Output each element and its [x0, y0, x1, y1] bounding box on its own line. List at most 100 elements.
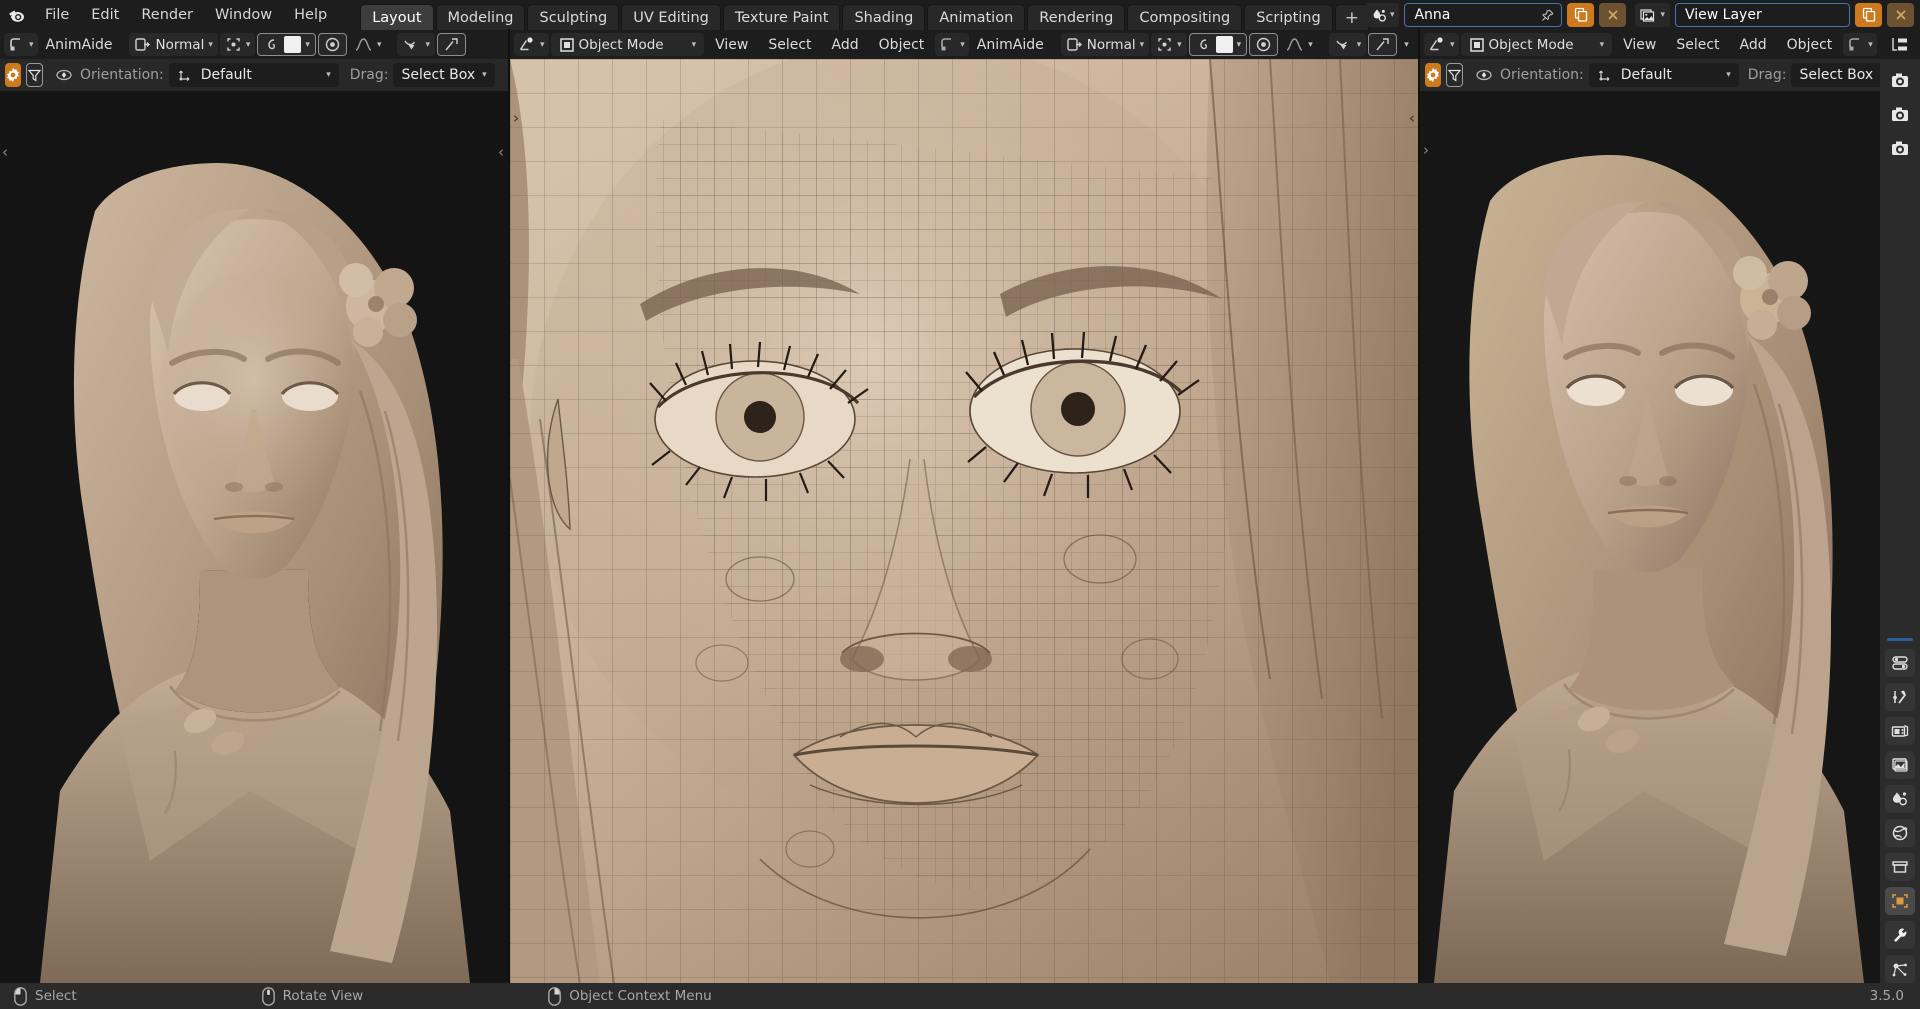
right-mode-dropdown[interactable]: Object Mode ▾ [1460, 33, 1613, 56]
center-snap-button[interactable]: ▾ [1151, 33, 1187, 56]
right-menu-object[interactable]: Object [1778, 33, 1842, 56]
center-animaide-icon-button[interactable]: ▾ [935, 33, 969, 56]
remove-view-layer-button[interactable] [1887, 3, 1914, 27]
falloff-swatch-icon [1215, 36, 1233, 53]
center-shading-dropdown[interactable]: ▾ [1399, 33, 1414, 56]
center-menu-select[interactable]: Select [759, 33, 820, 56]
left-addon-menu-animaide[interactable]: AnimAide [40, 37, 119, 53]
tab-texture-paint[interactable]: Texture Paint [722, 4, 841, 30]
left-proportional-edit-toggle[interactable]: ▾ [257, 33, 316, 56]
tool-tab-icon[interactable] [1885, 649, 1915, 677]
output-tab-icon[interactable] [1885, 717, 1915, 745]
center-viewport-rightbar-toggle[interactable]: ‹ [1409, 109, 1415, 127]
center-pivot-point-button[interactable]: ▾ [1328, 33, 1367, 56]
right-tool-filter-icon[interactable] [1446, 63, 1463, 87]
left-pivot-point-button[interactable]: ▾ [397, 33, 435, 56]
right-editor-type-button[interactable]: ▾ [1424, 33, 1459, 56]
chevron-down-icon: ▾ [1308, 39, 1313, 50]
left-transform-orientation[interactable]: Normal ▾ [129, 33, 218, 56]
tab-compositing[interactable]: Compositing [1127, 4, 1243, 30]
left-tool-filter-icon[interactable] [26, 63, 43, 87]
right-3d-viewport[interactable]: › [1420, 91, 1880, 983]
menu-render[interactable]: Render [130, 4, 204, 26]
left-snap-target-toggle[interactable] [317, 33, 347, 56]
tab-layout[interactable]: Layout [360, 4, 434, 30]
tab-uv-editing[interactable]: UV Editing [621, 4, 721, 30]
status-rotate-view: Rotate View [261, 986, 363, 1006]
right-tool-settings-gear-icon[interactable] [1425, 63, 1441, 87]
center-3d-viewport[interactable]: › ‹ [510, 59, 1418, 983]
center-menu-add[interactable]: Add [823, 33, 868, 56]
blender-logo-icon[interactable] [0, 0, 34, 30]
chevron-down-icon: ▾ [305, 39, 310, 50]
left-editor-type-button[interactable]: ▾ [4, 33, 38, 56]
world-tab-icon[interactable] [1885, 819, 1915, 847]
tab-sculpting[interactable]: Sculpting [527, 4, 620, 30]
tab-rendering[interactable]: Rendering [1027, 4, 1126, 30]
right-menu-select[interactable]: Select [1667, 33, 1728, 56]
camera-view-icon-2[interactable] [1885, 101, 1915, 129]
tab-shading[interactable]: Shading [842, 4, 926, 30]
tab-scripting[interactable]: Scripting [1244, 4, 1333, 30]
menu-help[interactable]: Help [283, 4, 338, 26]
right-drag-dropdown[interactable]: Select Box ▾ [1791, 63, 1880, 87]
center-editor-type-button[interactable]: ▾ [514, 33, 549, 56]
right-viewport-sidebar-toggle[interactable]: › [1423, 141, 1429, 159]
right-menu-view[interactable]: View [1614, 33, 1665, 56]
view-layer-selector[interactable]: ▾ [1635, 3, 1670, 27]
menu-edit[interactable]: Edit [80, 4, 130, 26]
unlink-scene-button[interactable] [1599, 3, 1627, 27]
scene-tab-icon[interactable] [1885, 785, 1915, 813]
menu-window[interactable]: Window [204, 4, 283, 26]
left-drag-dropdown[interactable]: Select Box ▾ [393, 63, 495, 87]
camera-view-icon-3[interactable] [1885, 135, 1915, 163]
new-view-layer-button[interactable] [1855, 3, 1882, 27]
xray-icon [1376, 38, 1389, 51]
right-animaide-icon-button[interactable]: ▾ [1843, 33, 1877, 56]
right-orientation-dropdown[interactable]: Default ▾ [1588, 63, 1739, 87]
left-3d-viewport[interactable]: ‹ ‹ [0, 91, 508, 983]
tab-modeling[interactable]: Modeling [435, 4, 526, 30]
collection-tab-icon[interactable] [1885, 853, 1915, 881]
scene-datablock-selector[interactable]: ▾ [1364, 3, 1400, 27]
topbar: File Edit Render Window Help Layout Mode… [0, 0, 1920, 30]
left-orientation-value-text: Default [200, 67, 252, 83]
view-layer-name-field[interactable]: View Layer [1675, 3, 1850, 27]
right-menu-add[interactable]: Add [1731, 33, 1776, 56]
left-snap-button[interactable]: ▾ [219, 33, 256, 56]
particles-tab-icon[interactable] [1885, 955, 1915, 983]
add-workspace-button[interactable]: + [1334, 4, 1369, 30]
center-proportional-edit-toggle[interactable]: ▾ [1188, 33, 1248, 56]
chevron-down-icon: ▾ [1599, 39, 1605, 50]
left-snap-increment-toggle[interactable] [437, 33, 466, 56]
center-falloff-curve[interactable]: ▾ [1280, 33, 1318, 56]
camera-view-icon-1[interactable] [1885, 67, 1915, 95]
menu-file[interactable]: File [34, 4, 80, 26]
left-orientation-dropdown[interactable]: Default ▾ [168, 63, 339, 87]
center-menu-object[interactable]: Object [870, 33, 934, 56]
center-viewport-sidebar-toggle[interactable]: › [513, 109, 519, 127]
tab-animation[interactable]: Animation [927, 4, 1026, 30]
center-transform-orientation[interactable]: Normal ▾ [1060, 33, 1150, 56]
object-tab-icon[interactable] [1885, 887, 1915, 915]
properties-active-indicator [1887, 638, 1913, 641]
left-falloff-curve[interactable]: ▾ [349, 33, 387, 56]
center-menu-view[interactable]: View [706, 33, 757, 56]
chevron-down-icon: ▾ [425, 39, 430, 50]
view-layer-name-value: View Layer [1685, 7, 1762, 23]
scene-name-field[interactable]: Anna [1404, 3, 1563, 27]
left-orientation-label: Orientation: [80, 67, 164, 83]
view-layer-tab-icon[interactable] [1885, 751, 1915, 779]
render-tab-icon[interactable] [1885, 683, 1915, 711]
new-scene-button[interactable] [1567, 3, 1595, 27]
left-tool-settings-gear-icon[interactable] [5, 63, 21, 87]
center-mode-dropdown[interactable]: Object Mode ▾ [550, 33, 705, 56]
modifier-tab-icon[interactable] [1885, 921, 1915, 949]
center-addon-menu-animaide[interactable]: AnimAide [971, 37, 1050, 53]
left-viewport-rightbar-toggle[interactable]: ‹ [498, 143, 504, 161]
center-snap-target-toggle[interactable] [1249, 33, 1279, 56]
center-xray-toggle[interactable] [1368, 33, 1398, 56]
left-viewport-sidebar-toggle[interactable]: ‹ [2, 143, 8, 161]
pin-icon[interactable] [1540, 8, 1555, 23]
outliner-editor-type-button[interactable] [1880, 30, 1920, 59]
